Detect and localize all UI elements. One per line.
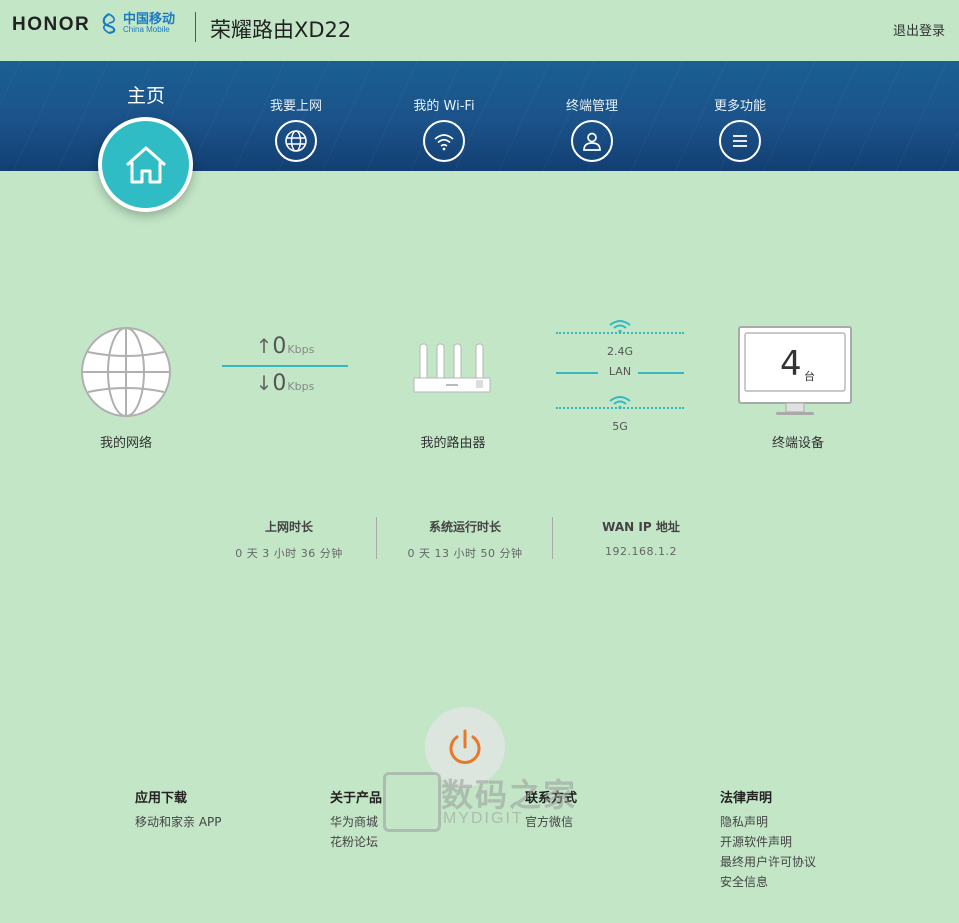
nav-devices[interactable]: 终端管理 [532,95,652,162]
footer-heading: 法律声明 [720,791,773,806]
china-mobile-logo: 中国移动 China Mobile [98,12,175,34]
nav-more-label: 更多功能 [713,99,766,114]
nav-more[interactable]: 更多功能 [680,95,800,162]
footer-link[interactable]: 移动和家亲 APP [135,812,222,832]
stat-title: 系统运行时长 [428,520,501,534]
nav-internet[interactable]: 我要上网 [236,95,356,162]
my-network-label: 我的网络 [99,436,152,451]
footer-heading: 应用下载 [135,791,188,806]
watermark: 数码之家 MYDIGIT [383,768,583,832]
stat-title: 上网时长 [264,520,313,534]
footer-link[interactable]: 开源软件声明 [720,832,816,852]
power-icon [449,729,481,764]
footer-link[interactable]: 花粉论坛 [330,832,382,852]
logout-link[interactable]: 退出登录 [893,20,945,39]
watermark-logo-icon [383,772,441,832]
nav-wifi-label: 我的 Wi-Fi [413,99,475,114]
stat-value: 0 天 13 小时 50 分钟 [407,547,523,560]
menu-icon [719,120,761,162]
my-router-label: 我的路由器 [420,436,486,451]
device-count: 4 [780,344,802,384]
download-speed: 0 [272,371,287,396]
stat-divider [552,517,553,559]
wan-link-line [222,365,348,367]
product-title: 荣耀路由XD22 [210,18,352,42]
nav-home-label: 主页 [126,85,165,107]
download-arrow-icon: ↓ [255,371,273,395]
operator-name-cn: 中国移动 [123,11,176,27]
connection-links: 2.4G LAN 5G [556,318,684,438]
nav-internet-label: 我要上网 [269,99,322,114]
nav-devices-label: 终端管理 [565,99,618,114]
stat-value: 0 天 3 小时 36 分钟 [235,547,343,560]
operator-name-en: China Mobile [123,24,170,34]
header-divider [195,12,196,42]
footer-link[interactable]: 隐私声明 [720,812,816,832]
wifi-icon [423,120,465,162]
globe-icon [275,120,317,162]
router-icon[interactable] [410,338,494,402]
upload-arrow-icon: ↑ [255,334,273,358]
footer-col-legal: 法律声明 隐私声明 开源软件声明 最终用户许可协议 安全信息 [720,787,816,892]
upload-speed: 0 [272,334,287,359]
stat-online-time: 上网时长 0 天 3 小时 36 分钟 [204,518,374,561]
upload-unit: Kbps [287,343,315,356]
my-network-globe-icon[interactable] [80,326,172,418]
footer-link[interactable]: 安全信息 [720,872,816,892]
home-icon [125,146,166,183]
nav-home-button[interactable] [98,117,193,212]
wifi-24g-dots [556,332,684,334]
footer-col-download: 应用下载 移动和家亲 APP [135,787,222,832]
band-5g-label: 5G [612,420,628,433]
footer-link[interactable]: 最终用户许可协议 [720,852,816,872]
footer-heading: 关于产品 [330,791,383,806]
network-topology: 我的网络 ↑ 0 Kbps ↓ 0 Kbps 我的路由器 2.4G LAN 5G… [0,300,959,470]
devices-label: 终端设备 [771,436,824,451]
footer-link[interactable]: 华为商城 [330,812,382,832]
download-unit: Kbps [287,380,315,393]
footer-col-about: 关于产品 华为商城 花粉论坛 [330,787,382,852]
device-count-unit: 台 [804,370,815,383]
china-mobile-icon [102,13,116,34]
stat-uptime: 系统运行时长 0 天 13 小时 50 分钟 [380,518,550,561]
stat-divider [376,517,377,559]
stat-wan-ip: WAN IP 地址 192.168.1.2 [556,518,726,558]
nav-wifi[interactable]: 我的 Wi-Fi [384,95,504,162]
wifi-5g-dots [556,407,684,409]
speed-indicator: ↑ 0 Kbps ↓ 0 Kbps [222,334,348,396]
watermark-en: MYDIGIT [443,810,524,827]
lan-line-right [638,372,684,374]
user-icon [571,120,613,162]
stat-value: 192.168.1.2 [605,545,677,558]
stat-title: WAN IP 地址 [602,520,680,534]
honor-logo: HONOR [12,14,91,35]
header: HONOR 中国移动 China Mobile 荣耀路由XD22 退出登录 [0,0,959,61]
band-24g-label: 2.4G [606,345,634,358]
